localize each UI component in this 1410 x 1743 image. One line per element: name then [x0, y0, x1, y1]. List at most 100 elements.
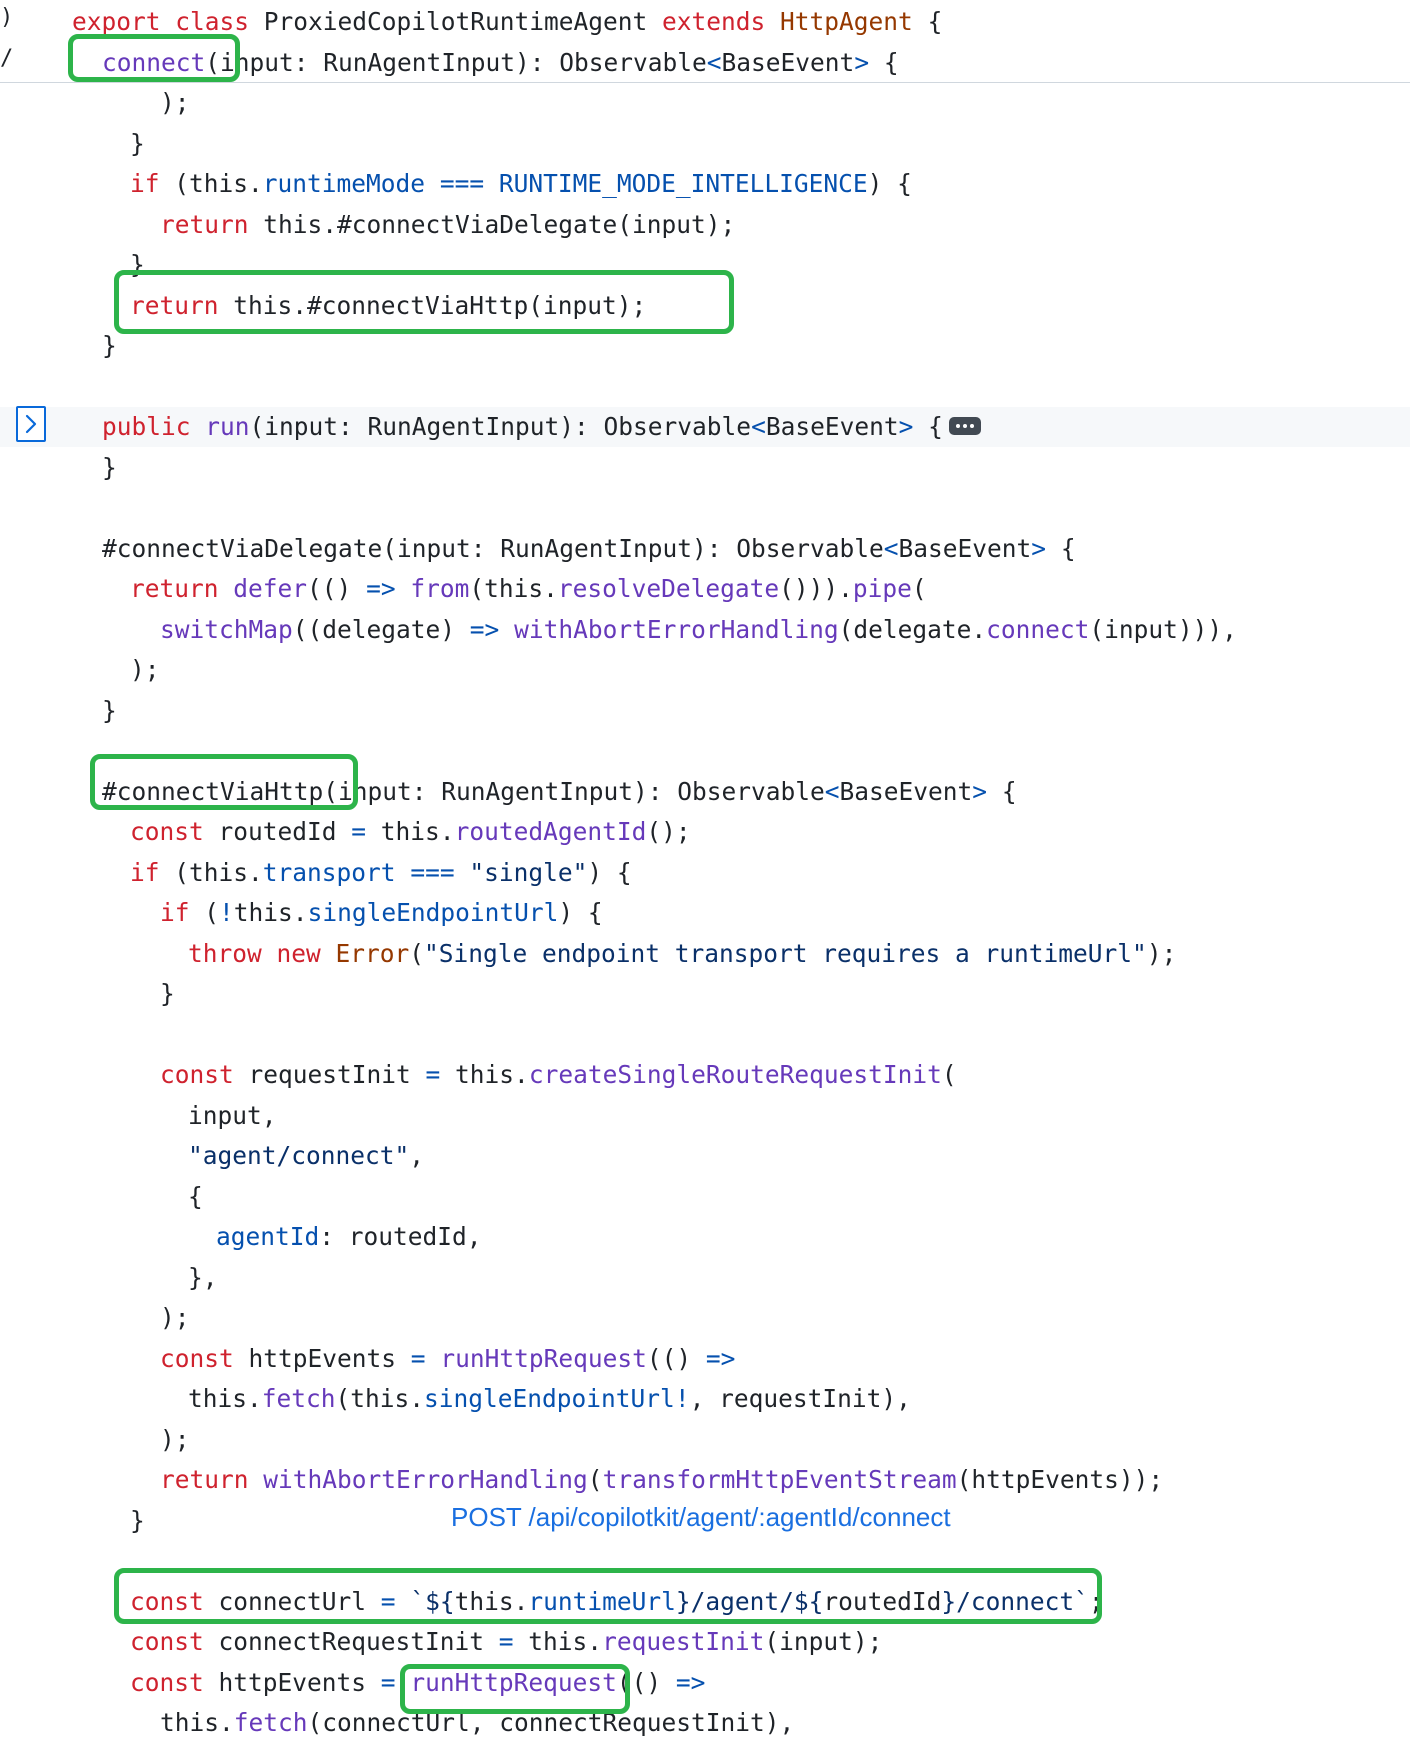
code-token: routedId — [203, 817, 352, 846]
code-line: } — [0, 448, 1410, 488]
code-line: } — [0, 326, 1410, 366]
code-line: connect(input: RunAgentInput): Observabl… — [0, 43, 1410, 83]
code-token: return — [130, 290, 219, 320]
code-token: ( — [587, 1465, 603, 1494]
code-view: export class ProxiedCopilotRuntimeAgent … — [0, 0, 1410, 1737]
code-token: const — [160, 1343, 234, 1373]
code-token: = — [380, 1586, 396, 1616]
code-line: } — [0, 245, 1410, 285]
code-token: run — [205, 412, 250, 441]
code-token: ); — [160, 1424, 190, 1454]
code-token: return — [160, 209, 249, 239]
code-token: ) { — [867, 169, 912, 198]
code-token: transformHttpEventStream — [602, 1465, 957, 1494]
code-token: if — [130, 857, 160, 887]
code-token: ! — [219, 898, 234, 927]
code-token: { — [987, 776, 1017, 806]
code-token: routedAgentId — [454, 817, 647, 846]
code-token: connectUrl — [203, 1586, 381, 1616]
code-token: this.#connectViaHttp(input); — [218, 290, 647, 320]
code-token: Error — [335, 938, 410, 968]
code-line: ); — [0, 1420, 1410, 1460]
code-token: ) { — [558, 898, 603, 927]
code-line: const httpEvents = runHttpRequest(() => — [0, 1663, 1410, 1703]
code-token: (delegate. — [838, 614, 987, 644]
code-token: = — [498, 1627, 514, 1656]
code-token: } — [102, 452, 117, 482]
code-token: (input: RunAgentInput): Observable — [205, 47, 707, 77]
code-token: return — [160, 1465, 249, 1494]
code-token: pipe — [852, 574, 912, 603]
code-line: const connectUrl = `${this.runtimeUrl}/a… — [0, 1582, 1410, 1622]
code-line: return withAbortErrorHandling(transformH… — [0, 1460, 1410, 1500]
code-token: => — [675, 1667, 706, 1697]
ellipsis-icon[interactable] — [948, 417, 981, 435]
code-line: const httpEvents = runHttpRequest(() => — [0, 1339, 1410, 1379]
code-token: if — [160, 898, 190, 927]
code-token: ( — [911, 574, 927, 603]
code-token: > — [854, 47, 870, 77]
code-token: < — [751, 412, 766, 441]
code-token: BaseEvent — [898, 533, 1032, 563]
code-token: #connectViaDelegate(input: RunAgentInput… — [102, 533, 884, 563]
code-token: (input: RunAgentInput): Observable — [249, 412, 752, 441]
endpoint-annotation: POST /api/copilotkit/agent/:agentId/conn… — [451, 1502, 951, 1532]
code-token: ((delegate) — [292, 614, 470, 644]
code-token: RUNTIME_MODE_INTELLIGENCE — [498, 169, 868, 198]
code-token: { — [913, 412, 943, 441]
code-token: ( — [189, 898, 220, 927]
code-line: const connectRequestInit = this.requestI… — [0, 1622, 1410, 1662]
code-token: this.#connectViaDelegate(input); — [248, 209, 736, 239]
code-token: ; — [1088, 1586, 1104, 1616]
code-token: = — [380, 1667, 396, 1697]
code-token: withAbortErrorHandling — [263, 1465, 588, 1494]
code-token: } — [102, 695, 117, 725]
code-token: httpEvents — [203, 1667, 381, 1697]
code-line: const requestInit = this.createSingleRou… — [0, 1055, 1410, 1095]
code-token: const — [130, 1667, 204, 1697]
fold-toggle-button[interactable] — [16, 406, 46, 442]
code-line: "agent/connect", — [0, 1136, 1410, 1176]
code-token: fetch — [261, 1384, 336, 1413]
code-token: (() — [646, 1343, 706, 1373]
code-token: runHttpRequest — [410, 1667, 617, 1697]
code-token: throw new — [188, 938, 336, 968]
code-line: this.fetch(connectUrl, connectRequestIni… — [0, 1703, 1410, 1743]
code-token: runHttpRequest — [440, 1343, 647, 1373]
code-token: runtimeMode — [262, 169, 426, 198]
code-token: (this. — [159, 857, 263, 887]
code-token: this. — [160, 1708, 234, 1737]
code-token: (this. — [335, 1384, 425, 1413]
code-token: < — [824, 776, 840, 806]
code-line: input, — [0, 1096, 1410, 1136]
code-token: const — [130, 817, 204, 846]
code-token: resolveDelegate — [557, 574, 780, 603]
code-token: ) { — [587, 857, 632, 887]
code-token: this. — [233, 898, 308, 927]
code-token: ( — [409, 938, 425, 968]
code-line: }, — [0, 1258, 1410, 1298]
code-token: public — [102, 412, 191, 441]
code-token: this. — [188, 1384, 262, 1413]
code-line: ); — [0, 1298, 1410, 1338]
code-token: `${ — [410, 1586, 455, 1616]
code-token: (this. — [159, 169, 263, 198]
code-line: #connectViaHttp(input: RunAgentInput): O… — [0, 772, 1410, 812]
code-token: = — [351, 817, 367, 846]
code-token: ProxiedCopilotRuntimeAgent — [263, 7, 663, 36]
code-token: ); — [1146, 938, 1177, 968]
code-line: #connectViaDelegate(input: RunAgentInput… — [0, 529, 1410, 569]
code-token: === — [439, 169, 485, 198]
code-token: { — [912, 7, 943, 36]
code-token: (httpEvents)); — [956, 1465, 1164, 1494]
code-token: requestInit — [602, 1627, 765, 1656]
